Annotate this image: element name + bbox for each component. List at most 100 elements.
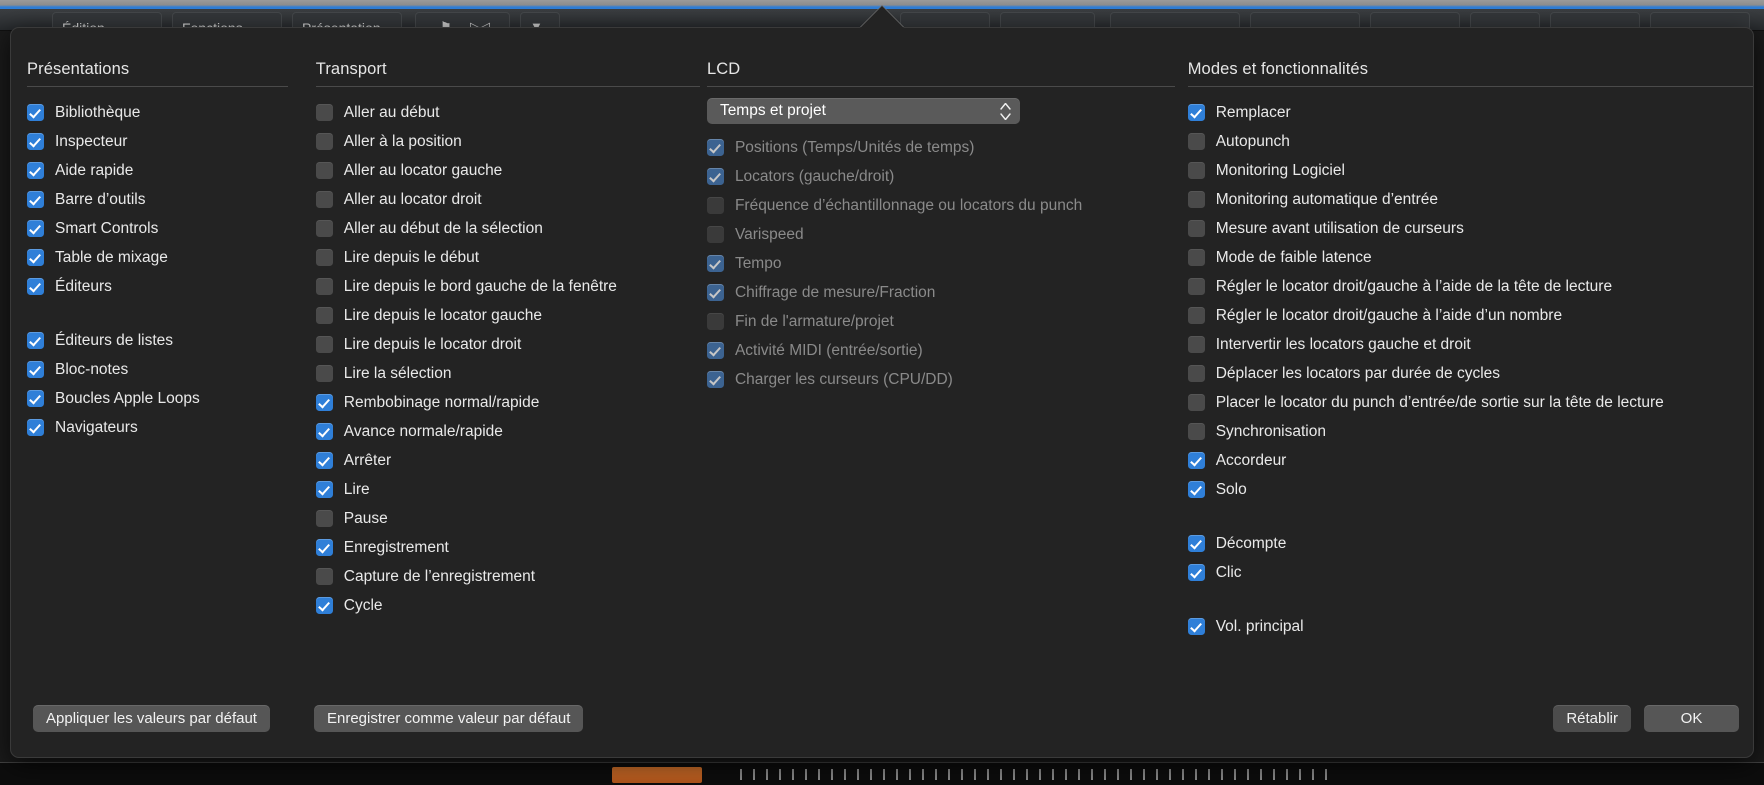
checkbox-row[interactable]: Aller à la position xyxy=(315,127,700,156)
checkbox-unchecked-icon[interactable] xyxy=(315,278,333,295)
checkbox-unchecked-icon[interactable] xyxy=(1187,220,1205,237)
ok-button[interactable]: OK xyxy=(1644,705,1739,732)
checkbox-unchecked-icon[interactable] xyxy=(1187,394,1205,411)
checkbox-row[interactable]: Mesure avant utilisation de curseurs xyxy=(1187,214,1753,243)
checkbox-row[interactable]: Bibliothèque xyxy=(27,98,288,127)
checkbox-row[interactable]: Rembobinage normal/rapide xyxy=(315,388,700,417)
checkbox-row[interactable]: Aller au locator droit xyxy=(315,185,700,214)
checkbox-checked-icon[interactable] xyxy=(27,220,44,237)
checkbox-checked-icon[interactable] xyxy=(315,481,333,498)
checkbox-row[interactable]: Lire depuis le locator droit xyxy=(315,330,700,359)
checkbox-row[interactable]: Autopunch xyxy=(1187,127,1753,156)
checkbox-row[interactable]: Décompte xyxy=(1187,529,1753,558)
checkbox-checked-icon[interactable] xyxy=(315,452,333,469)
checkbox-checked-icon[interactable] xyxy=(1187,104,1205,121)
checkbox-unchecked-icon[interactable] xyxy=(1187,336,1205,353)
checkbox-row[interactable]: Cycle xyxy=(315,591,700,620)
checkbox-row[interactable]: Intervertir les locators gauche et droit xyxy=(1187,330,1753,359)
checkbox-checked-icon[interactable] xyxy=(27,419,44,436)
checkbox-unchecked-icon[interactable] xyxy=(1187,191,1205,208)
checkbox-row[interactable]: Lire xyxy=(315,475,700,504)
checkbox-checked-icon[interactable] xyxy=(315,539,333,556)
checkbox-checked-icon[interactable] xyxy=(27,278,44,295)
checkbox-row[interactable]: Barre d’outils xyxy=(27,185,288,214)
checkbox-row[interactable]: Déplacer les locators par durée de cycle… xyxy=(1187,359,1753,388)
checkbox-row[interactable]: Aide rapide xyxy=(27,156,288,185)
checkbox-row[interactable]: Éditeurs de listes xyxy=(27,326,288,355)
checkbox-checked-icon[interactable] xyxy=(1187,618,1205,635)
timeline-tick xyxy=(1091,769,1093,780)
checkbox-row[interactable]: Aller au début de la sélection xyxy=(315,214,700,243)
restore-button[interactable]: Rétablir xyxy=(1553,705,1631,732)
checkbox-unchecked-icon[interactable] xyxy=(1187,162,1205,179)
checkbox-checked-icon[interactable] xyxy=(1187,481,1205,498)
checkbox-row[interactable]: Boucles Apple Loops xyxy=(27,384,288,413)
checkbox-checked-icon[interactable] xyxy=(27,104,44,121)
checkbox-unchecked-icon[interactable] xyxy=(1187,133,1205,150)
checkbox-unchecked-icon[interactable] xyxy=(1187,249,1205,266)
checkbox-unchecked-icon[interactable] xyxy=(315,133,333,150)
checkbox-row[interactable]: Éditeurs xyxy=(27,272,288,301)
checkbox-checked-icon[interactable] xyxy=(27,249,44,266)
checkbox-unchecked-icon[interactable] xyxy=(315,220,333,237)
checkbox-row[interactable]: Inspecteur xyxy=(27,127,288,156)
checkbox-row[interactable]: Placer le locator du punch d’entrée/de s… xyxy=(1187,388,1753,417)
lcd-display-mode-popup[interactable]: Temps et projet xyxy=(706,98,1020,124)
checkbox-row[interactable]: Avance normale/rapide xyxy=(315,417,700,446)
checkbox-unchecked-icon[interactable] xyxy=(315,307,333,324)
checkbox-row[interactable]: Aller au locator gauche xyxy=(315,156,700,185)
checkbox-row[interactable]: Accordeur xyxy=(1187,446,1753,475)
checkbox-checked-icon[interactable] xyxy=(1187,535,1205,552)
checkbox-row[interactable]: Remplacer xyxy=(1187,98,1753,127)
checkbox-unchecked-icon[interactable] xyxy=(315,162,333,179)
checkbox-unchecked-icon[interactable] xyxy=(1187,423,1205,440)
checkbox-row[interactable]: Régler le locator droit/gauche à l’aide … xyxy=(1187,272,1753,301)
checkbox-row[interactable]: Table de mixage xyxy=(27,243,288,272)
apply-defaults-button[interactable]: Appliquer les valeurs par défaut xyxy=(33,705,270,732)
checkbox-row[interactable]: Navigateurs xyxy=(27,413,288,442)
checkbox-checked-icon[interactable] xyxy=(27,361,44,378)
checkbox-row[interactable]: Capture de l’enregistrement xyxy=(315,562,700,591)
save-as-default-button[interactable]: Enregistrer comme valeur par défaut xyxy=(314,705,584,732)
checkbox-checked-icon[interactable] xyxy=(27,162,44,179)
checkbox-row[interactable]: Mode de faible latence xyxy=(1187,243,1753,272)
checkbox-row[interactable]: Clic xyxy=(1187,558,1753,587)
checkbox-unchecked-icon[interactable] xyxy=(315,568,333,585)
checkbox-row[interactable]: Enregistrement xyxy=(315,533,700,562)
checkbox-checked-icon[interactable] xyxy=(315,394,333,411)
checkbox-unchecked-icon[interactable] xyxy=(1187,278,1205,295)
checkbox-checked-icon[interactable] xyxy=(27,332,44,349)
checkbox-unchecked-icon[interactable] xyxy=(315,365,333,382)
checkbox-row[interactable]: Lire depuis le bord gauche de la fenêtre xyxy=(315,272,700,301)
timeline-strip[interactable] xyxy=(0,762,1764,785)
checkbox-checked-icon[interactable] xyxy=(27,191,44,208)
checkbox-row[interactable]: Solo xyxy=(1187,475,1753,504)
checkbox-checked-icon[interactable] xyxy=(1187,564,1205,581)
checkbox-row[interactable]: Monitoring Logiciel xyxy=(1187,156,1753,185)
checkbox-row[interactable]: Lire depuis le début xyxy=(315,243,700,272)
timeline-region[interactable] xyxy=(612,767,702,783)
checkbox-unchecked-icon[interactable] xyxy=(1187,365,1205,382)
checkbox-row[interactable]: Bloc-notes xyxy=(27,355,288,384)
checkbox-checked-icon[interactable] xyxy=(1187,452,1205,469)
checkbox-unchecked-icon[interactable] xyxy=(315,191,333,208)
checkbox-row[interactable]: Smart Controls xyxy=(27,214,288,243)
checkbox-row[interactable]: Aller au début xyxy=(315,98,700,127)
checkbox-checked-icon[interactable] xyxy=(315,597,333,614)
checkbox-row[interactable]: Synchronisation xyxy=(1187,417,1753,446)
checkbox-checked-icon[interactable] xyxy=(27,133,44,150)
checkbox-checked-icon[interactable] xyxy=(315,423,333,440)
checkbox-row[interactable]: Pause xyxy=(315,504,700,533)
checkbox-row[interactable]: Régler le locator droit/gauche à l’aide … xyxy=(1187,301,1753,330)
checkbox-checked-icon[interactable] xyxy=(27,390,44,407)
checkbox-unchecked-icon[interactable] xyxy=(315,336,333,353)
checkbox-unchecked-icon[interactable] xyxy=(315,104,333,121)
checkbox-row[interactable]: Monitoring automatique d’entrée xyxy=(1187,185,1753,214)
checkbox-unchecked-icon[interactable] xyxy=(1187,307,1205,324)
checkbox-unchecked-icon[interactable] xyxy=(315,249,333,266)
checkbox-row[interactable]: Arrêter xyxy=(315,446,700,475)
checkbox-row[interactable]: Lire depuis le locator gauche xyxy=(315,301,700,330)
checkbox-row[interactable]: Vol. principal xyxy=(1187,612,1753,641)
checkbox-row[interactable]: Lire la sélection xyxy=(315,359,700,388)
checkbox-unchecked-icon[interactable] xyxy=(315,510,333,527)
